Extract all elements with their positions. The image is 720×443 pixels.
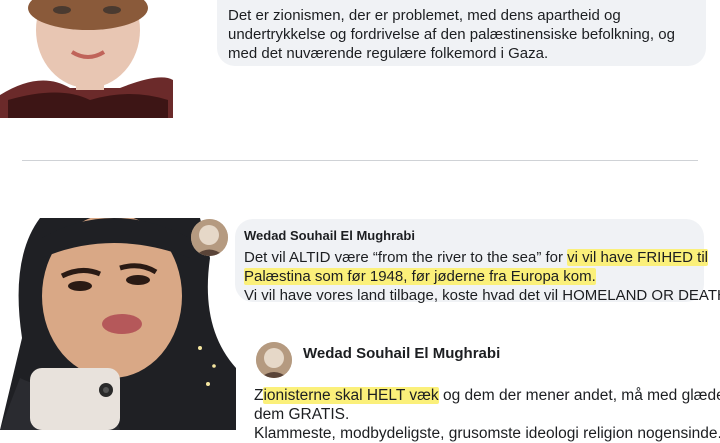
comment-line: Palæstina som før 1948, før jøderne fra … [244,267,704,286]
post-body: Zionisterne skal HELT væk og dem der men… [254,386,720,443]
post-author[interactable]: Wedad Souhail El Mughrabi [303,345,500,363]
comment-bubble-top: Det er zionismen, der er problemet, med … [217,0,706,66]
post-avatar[interactable] [256,342,292,378]
highlighted-text: vi vil have FRIHED til [567,249,709,266]
comment-line: Det er zionismen, der er problemet, med … [228,7,621,24]
comment-author[interactable]: Wedad Souhail El Mughrabi [244,228,704,244]
post-text: og dem der mener andet, må med glæde få [438,387,720,404]
comment-text: Det vil ALTID være “from the river to th… [244,249,568,266]
avatar[interactable] [191,219,228,256]
profile-photo-top [0,0,173,118]
post-line: Zionisterne skal HELT væk og dem der men… [254,386,720,405]
comment-line: undertrykkelse og fordrivelse af den pal… [228,26,675,43]
section-divider [22,160,698,161]
highlighted-text: Palæstina som før 1948, før jøderne fra … [244,268,596,285]
comment-line: med det nuværende regulære folkemord i G… [228,45,549,62]
post-line: dem GRATIS. [254,406,350,423]
comment-bubble-second: Wedad Souhail El Mughrabi Det vil ALTID … [235,219,720,304]
comment-line: Vi vil have vores land tilbage, koste hv… [244,287,720,304]
highlighted-text: ionisterne skal HELT væk [263,387,439,404]
post-line: Klammeste, modbydeligste, grusomste ideo… [254,425,720,442]
comment-line: Det vil ALTID være “from the river to th… [244,248,709,267]
